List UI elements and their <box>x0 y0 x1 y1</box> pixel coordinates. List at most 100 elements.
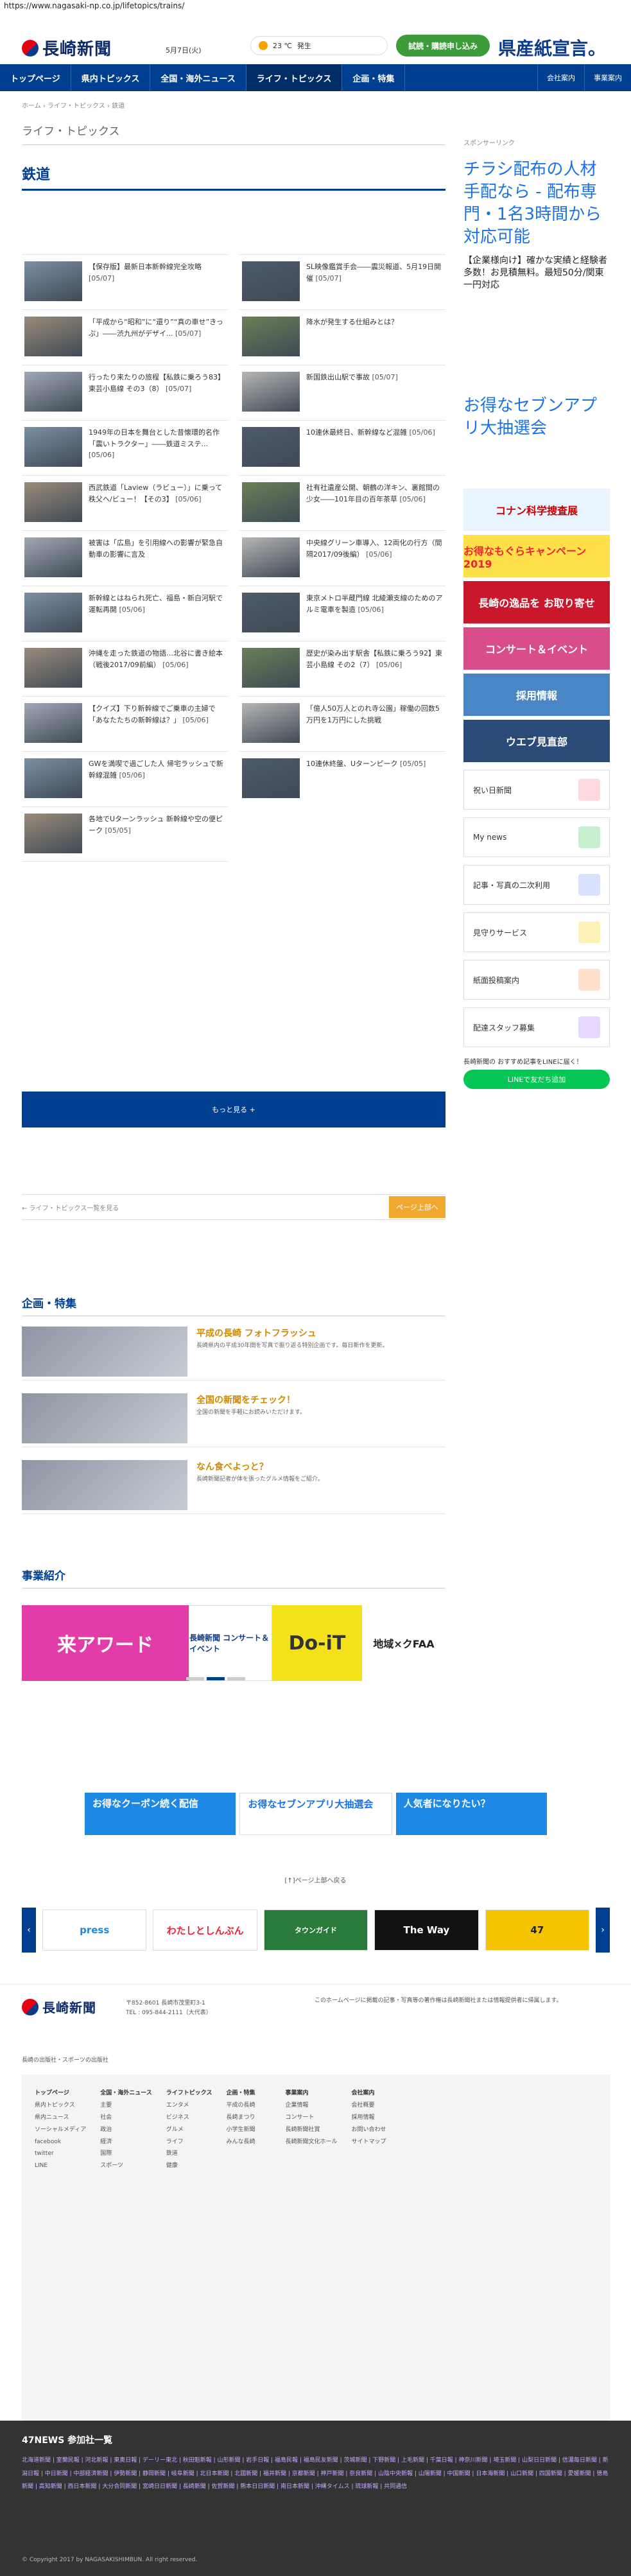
article-item[interactable]: 被害は「広島」を引用線への影響が緊急自動車の影響に言及 <box>22 530 228 586</box>
back-to-top-link[interactable]: [↑]ページ上部へ戻る <box>0 1875 631 1884</box>
footer-link[interactable]: 長崎新聞社賞 <box>286 2124 338 2136</box>
footer-link[interactable]: お問い合わせ <box>352 2124 397 2136</box>
article-item[interactable]: 【保存版】最新日本新幹線完全攻略 [05/07] <box>22 254 228 309</box>
side-box[interactable]: My news <box>463 817 610 857</box>
news47-links[interactable]: 北海道新聞 | 室蘭民報 | 河北新報 | 東奥日報 | デーリー東北 | 秋田… <box>22 2454 610 2494</box>
partner-item[interactable]: The Way <box>374 1910 479 1951</box>
nav-life-topics[interactable]: ライフ・トピックス <box>246 64 343 91</box>
carousel-dot[interactable] <box>207 1677 225 1680</box>
footer-link[interactable]: スポーツ <box>100 2160 152 2172</box>
business-banner[interactable]: Do-iT <box>272 1605 362 1681</box>
bottom-ad[interactable]: お得なクーポン続く配信 <box>85 1793 236 1835</box>
footer-link[interactable]: 主要 <box>100 2100 152 2112</box>
carousel-dot[interactable] <box>227 1677 245 1680</box>
back-to-list-link[interactable]: ← ライフ・トピックス一覧を見る <box>22 1203 119 1212</box>
side-banner[interactable]: 長崎の逸品を お取り寄せ <box>463 581 610 623</box>
footer-link[interactable]: 県内トピックス <box>35 2100 86 2112</box>
business-banner[interactable]: 地域×クFAA <box>362 1605 445 1681</box>
sponsor-ad[interactable]: チラシ配布の人材手配なら - 配布専門・1名3時間から対応可能 【企業様向け】確… <box>463 152 610 383</box>
footer-link[interactable]: 国際 <box>100 2148 152 2160</box>
article-item[interactable]: 社有社遺産公開、朝鶴の洋キン、裏館間の少女――101年目の百年茶草 [05/06… <box>239 475 445 530</box>
nav-top[interactable]: トップページ <box>0 64 71 91</box>
footer-link[interactable]: エンタメ <box>166 2100 212 2112</box>
footer-link[interactable]: 小学生新聞 <box>227 2124 272 2136</box>
partner-item[interactable]: 47 <box>485 1910 590 1951</box>
footer-link[interactable]: 会社概要 <box>352 2100 397 2112</box>
article-item[interactable]: 10連休終盤、Uターンピーク [05/05] <box>239 751 445 806</box>
article-item[interactable]: 西武鉄道「Laview（ラビュー）」に乗って秩父へ/ビュー！【その3】 [05/… <box>22 475 228 530</box>
feature-item[interactable]: 平成の長崎 フォトフラッシュ 長崎県内の平成30年間を写真で振り返る特別企画です… <box>22 1327 445 1380</box>
page-top-button[interactable]: ページ上部へ <box>389 1196 445 1218</box>
footer-logo[interactable]: 長崎新聞 <box>22 1997 96 2016</box>
line-add-button[interactable]: LINEで友だち追加 <box>463 1070 610 1089</box>
footer-column-heading[interactable]: 事業案内 <box>286 2087 338 2100</box>
article-item[interactable]: 歴史が染み出す駅舎【私鉄に乗ろう92】東芸小島線 その2（7） [05/06] <box>239 641 445 696</box>
footer-column-heading[interactable]: 企画・特集 <box>227 2087 272 2100</box>
footer-link[interactable]: 政治 <box>100 2124 152 2136</box>
footer-column-heading[interactable]: トップページ <box>35 2087 86 2100</box>
footer-link[interactable]: 企業情報 <box>286 2100 338 2112</box>
article-item[interactable]: 新国鉄出山駅で事故 [05/07] <box>239 365 445 420</box>
article-item[interactable]: 各地でUターンラッシュ 新幹線や空の便ピーク [05/05] <box>22 806 228 862</box>
article-item[interactable]: 行ったり来たりの旅程【私鉄に乗ろう83】東芸小島線 その3（8） [05/07] <box>22 365 228 420</box>
side-banner[interactable]: コンサート＆イベント <box>463 627 610 670</box>
footer-link[interactable]: グルメ <box>166 2124 212 2136</box>
chevron-left-icon[interactable]: ‹ <box>22 1908 36 1953</box>
site-logo[interactable]: 長崎新聞 <box>22 36 112 60</box>
trial-subscribe-button[interactable]: 試読・購読申し込み <box>396 35 490 57</box>
side-banner[interactable]: お得なもぐらキャンペーン 2019 <box>463 535 610 577</box>
more-button[interactable]: もっと見る + <box>22 1092 445 1127</box>
feature-item[interactable]: 全国の新聞をチェック！ 全国の新聞を手軽にお読みいただけます。 <box>22 1393 445 1447</box>
article-item[interactable]: 降水が発生する仕組みとは？ <box>239 309 445 365</box>
footer-link[interactable]: LINE <box>35 2160 86 2172</box>
footer-link[interactable]: 経済 <box>100 2136 152 2148</box>
side-box[interactable]: 記事・写真の二次利用 <box>463 865 610 905</box>
article-item[interactable]: 10連休最終日、新幹線など混雑 [05/06] <box>239 420 445 475</box>
bottom-ad[interactable]: お得なセブンアプリ大抽選会 <box>239 1793 392 1835</box>
footer-link[interactable]: 県内ニュース <box>35 2112 86 2124</box>
carousel-dot[interactable] <box>186 1677 204 1680</box>
footer-link[interactable]: 健康 <box>166 2160 212 2172</box>
article-item[interactable]: 1949年の日本を舞台とした昔懐環的名作「震いトラクター」――鉄道ミステ... … <box>22 420 228 475</box>
footer-link[interactable]: みんな長崎 <box>227 2136 272 2148</box>
article-item[interactable]: 【クイズ】下り新幹線でご乗車の主婦で「あなたたちの新幹線は？」 [05/06] <box>22 696 228 751</box>
footer-link[interactable]: twitter <box>35 2148 86 2160</box>
footer-column-heading[interactable]: 会社案内 <box>352 2087 397 2100</box>
side-box[interactable]: 見守りサービス <box>463 912 610 952</box>
article-item[interactable]: GWを満喫で過ごした人 帰宅ラッシュで新幹線混雑 [05/06] <box>22 751 228 806</box>
business-banner[interactable]: 長崎新聞 コンサート＆イベント <box>189 1605 272 1681</box>
side-banner[interactable]: コナン科学捜査展 <box>463 489 610 531</box>
side-banner[interactable]: ウエブ見直部 <box>463 720 610 762</box>
nav-features[interactable]: 企画・特集 <box>342 64 406 91</box>
footer-link[interactable]: 平成の長崎 <box>227 2100 272 2112</box>
article-item[interactable]: 「億人50万人とのれ寺公園」稼働の回数5万円を1万円にした挑戦 <box>239 696 445 751</box>
footer-link[interactable]: facebook <box>35 2136 86 2148</box>
footer-link[interactable]: コンサート <box>286 2112 338 2124</box>
footer-link[interactable]: 長崎まつり <box>227 2112 272 2124</box>
sponsor-ad-2[interactable]: お得なセブンアプリ大抽選会 <box>463 395 610 485</box>
footer-link[interactable]: ビジネス <box>166 2112 212 2124</box>
footer-link[interactable]: サイトマップ <box>352 2136 397 2148</box>
nav-national-news[interactable]: 全国・海外ニュース <box>150 64 246 91</box>
partner-item[interactable]: タウンガイド <box>263 1910 368 1951</box>
footer-link[interactable]: 採用情報 <box>352 2112 397 2124</box>
nav-company[interactable]: 会社案内 <box>537 64 584 91</box>
weather-widget[interactable]: 23 ℃ 発生 <box>250 36 388 55</box>
footer-link[interactable]: 社会 <box>100 2112 152 2124</box>
side-box[interactable]: 紙面投稿案内 <box>463 960 610 1000</box>
side-box[interactable]: 祝い日新聞 <box>463 770 610 810</box>
chevron-right-icon[interactable]: › <box>596 1908 610 1953</box>
footer-column-heading[interactable]: 全国・海外ニュース <box>100 2087 152 2100</box>
footer-link[interactable]: ソーシャルメディア <box>35 2124 86 2136</box>
footer-link[interactable]: 長崎新聞文化ホール <box>286 2136 338 2148</box>
nav-business[interactable]: 事業案内 <box>584 64 631 91</box>
breadcrumb[interactable]: ホーム › ライフ・トピックス › 鉄道 <box>22 100 125 110</box>
article-item[interactable]: 中央線グリーン車導入、12両化の行方（間隔2017/09後編） [05/06] <box>239 530 445 586</box>
article-item[interactable]: 新幹線とはねられ死亡、福島・新白河駅で運転再開 [05/06] <box>22 586 228 641</box>
side-banner[interactable]: 採用情報 <box>463 674 610 716</box>
bottom-ad[interactable]: 人気者になりたい？ <box>395 1793 547 1835</box>
partner-item[interactable]: press <box>42 1910 147 1951</box>
partner-item[interactable]: わたしとしんぶん <box>153 1910 257 1951</box>
side-box[interactable]: 配達スタッフ募集 <box>463 1007 610 1047</box>
footer-link[interactable]: ライフ <box>166 2136 212 2148</box>
